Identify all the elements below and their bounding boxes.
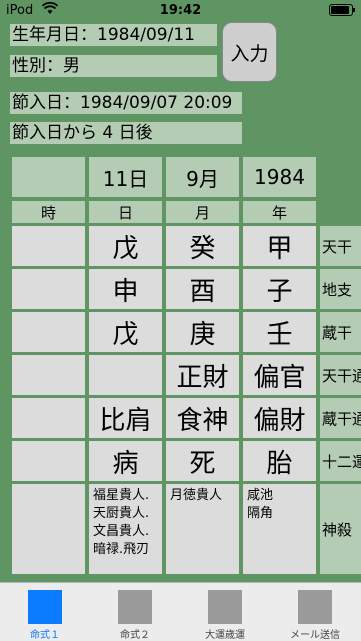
grid-cell[interactable]: 壬 xyxy=(243,312,316,352)
tab-mail[interactable]: メール送信 xyxy=(270,583,360,641)
grid-cell[interactable] xyxy=(12,355,85,395)
tab-icon xyxy=(118,590,152,624)
tab-icon xyxy=(28,590,62,624)
pillar-label: 日 xyxy=(89,201,162,223)
grid-cell[interactable] xyxy=(12,269,85,309)
grid-cell[interactable]: 子 xyxy=(243,269,316,309)
tab-label: メール送信 xyxy=(290,630,340,641)
grid-cell[interactable]: 偏官 xyxy=(243,355,316,395)
grid-cell[interactable]: 偏財 xyxy=(243,398,316,438)
grid-cell[interactable]: 癸 xyxy=(166,226,239,266)
grid-header-cell: 1984 xyxy=(243,157,316,197)
birth-date-field[interactable]: 生年月日：1984/09/11 xyxy=(10,24,217,46)
grid-cell[interactable]: 病 xyxy=(89,441,162,481)
battery-icon xyxy=(329,4,355,16)
grid-cell[interactable]: 正財 xyxy=(166,355,239,395)
grid-cell[interactable]: 戊 xyxy=(89,226,162,266)
pillar-label: 月 xyxy=(166,201,239,223)
grid-cell[interactable]: 酉 xyxy=(166,269,239,309)
grid-header-cell: 9月 xyxy=(166,157,239,197)
shinsatsu-cell[interactable]: 咸池 隔角 xyxy=(243,484,316,574)
grid-cell[interactable] xyxy=(12,441,85,481)
shinsatsu-cell[interactable]: 月徳貴人 xyxy=(166,484,239,574)
clock: 19:42 xyxy=(159,3,202,18)
grid-cell[interactable]: 死 xyxy=(166,441,239,481)
input-button[interactable]: 入力 xyxy=(222,22,277,82)
grid-cell[interactable]: 比肩 xyxy=(89,398,162,438)
tab-bar: 命式１ 命式２ 大運歳運 メール送信 xyxy=(0,582,361,641)
status-bar: iPod 19:42 xyxy=(0,0,361,20)
row-label: 神殺 xyxy=(320,484,361,574)
tab-meishiki-2[interactable]: 命式２ xyxy=(90,583,180,641)
pillar-label: 年 xyxy=(243,201,316,223)
grid-cell[interactable] xyxy=(12,398,85,438)
grid-header-cell xyxy=(12,157,85,197)
tab-icon xyxy=(298,590,332,624)
grid-cell[interactable]: 食神 xyxy=(166,398,239,438)
shinsatsu-cell[interactable]: 福星貴人. 天厨貴人. 文昌貴人. 暗禄.飛刃 xyxy=(89,484,162,574)
grid-cell[interactable] xyxy=(12,312,85,352)
tab-daiun[interactable]: 大運歳運 xyxy=(180,583,270,641)
row-label: 地支 xyxy=(320,269,361,309)
tab-icon xyxy=(208,590,242,624)
pillar-label: 時 xyxy=(12,201,85,223)
row-label: 蔵干 xyxy=(320,312,361,352)
grid-cell[interactable]: 甲 xyxy=(243,226,316,266)
grid-cell[interactable]: 申 xyxy=(89,269,162,309)
days-after-field: 節入日から 4 日後 xyxy=(10,122,242,144)
shinsatsu-cell[interactable] xyxy=(12,484,85,574)
tab-label: 命式２ xyxy=(120,630,150,641)
tab-meishiki-1[interactable]: 命式１ xyxy=(0,583,90,641)
gender-field[interactable]: 性別：男 xyxy=(10,55,217,77)
grid-cell[interactable]: 胎 xyxy=(243,441,316,481)
grid-cell[interactable] xyxy=(12,226,85,266)
tab-label: 大運歳運 xyxy=(205,630,245,641)
row-label: 天干通 xyxy=(320,355,361,395)
row-label: 十二運 xyxy=(320,441,361,481)
row-label: 蔵干通 xyxy=(320,398,361,438)
grid-cell[interactable] xyxy=(89,355,162,395)
tab-label: 命式１ xyxy=(30,630,60,641)
setsu-date-field: 節入日：1984/09/07 20:09 xyxy=(10,92,242,114)
grid-header-cell: 11日 xyxy=(89,157,162,197)
grid-cell[interactable]: 庚 xyxy=(166,312,239,352)
grid-cell[interactable]: 戊 xyxy=(89,312,162,352)
row-label: 天干 xyxy=(320,226,361,266)
